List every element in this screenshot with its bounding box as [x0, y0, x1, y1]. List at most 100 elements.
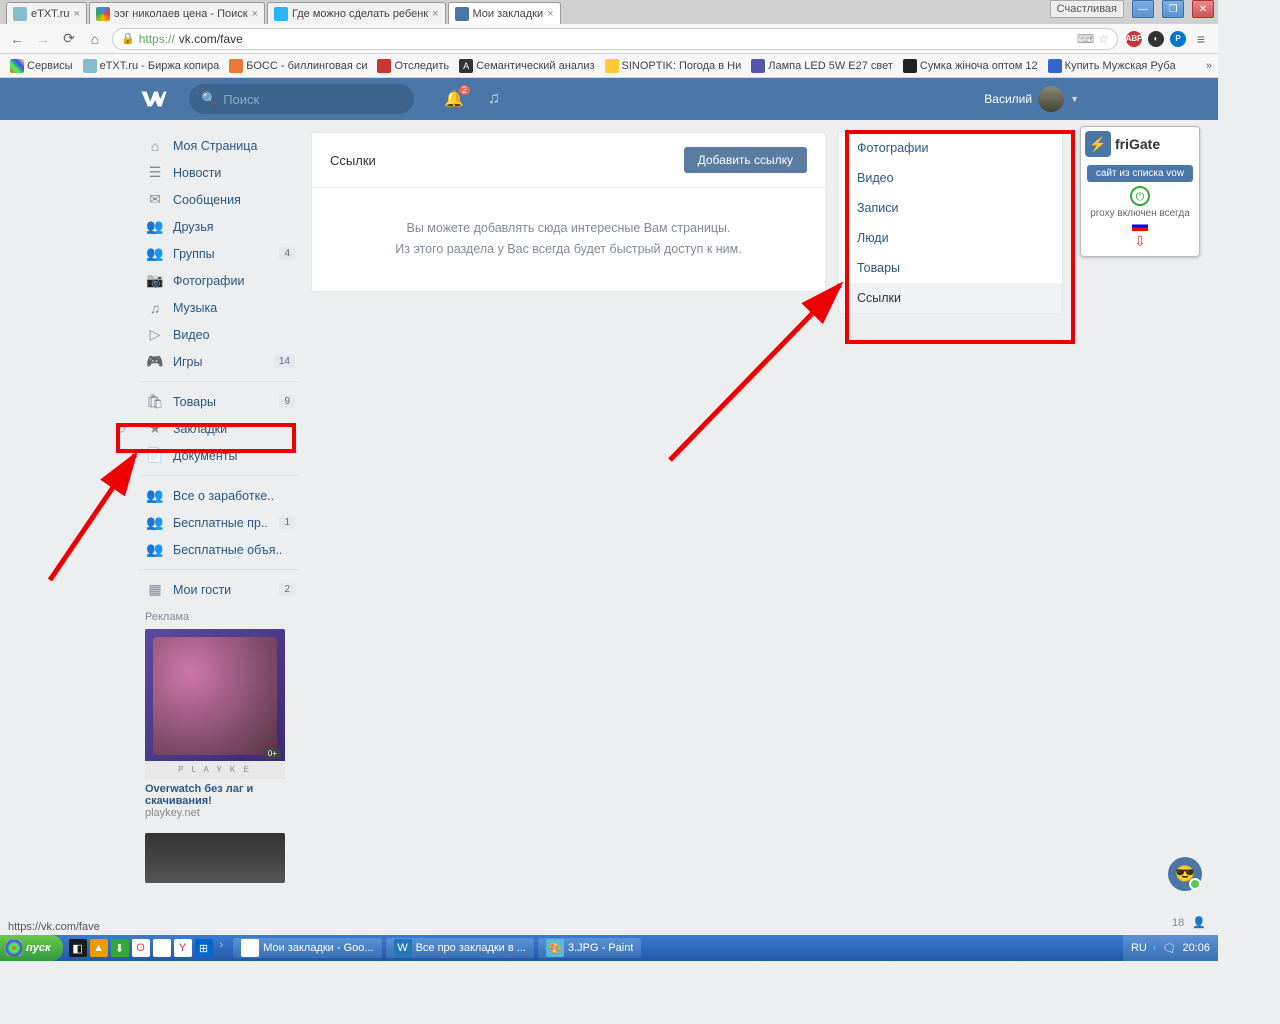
sidebar-item[interactable]: ▦Мои гости2	[139, 576, 299, 603]
chrome-icon[interactable]: ◉	[153, 939, 171, 957]
nav-icon: ★	[145, 420, 165, 437]
gear-icon[interactable]: ⚙	[115, 421, 127, 437]
close-button[interactable]: ✕	[1192, 0, 1214, 18]
taskbar-task[interactable]: 🎨3.JPG - Paint	[538, 938, 641, 958]
right-tab[interactable]: Ссылки	[839, 283, 1062, 313]
sidebar-item[interactable]: ★Закладки⚙	[139, 415, 299, 442]
person-icon: 👤	[1192, 916, 1206, 929]
start-button[interactable]: пуск	[0, 935, 63, 961]
apps-button[interactable]: Сервисы	[6, 57, 77, 75]
sidebar-item[interactable]: 👥Друзья	[139, 213, 299, 240]
sidebar-item[interactable]: 👥Группы4	[139, 240, 299, 267]
maximize-button[interactable]: ❐	[1162, 0, 1184, 18]
frigate-site-button[interactable]: сайт из списка vow	[1087, 165, 1193, 182]
bookmark-item[interactable]: Лампа LED 5W E27 свет	[747, 57, 897, 75]
ext-p-icon[interactable]: P	[1170, 31, 1186, 47]
sidebar-item[interactable]: 🛍Товары9	[139, 388, 299, 415]
sidebar-item[interactable]: 🎮Игры14	[139, 348, 299, 375]
sidebar-item-label: Моя Страница	[173, 139, 257, 153]
bookmark-item[interactable]: Сумка жіноча оптом 12	[899, 57, 1042, 75]
taskbar-task[interactable]: ◉Мои закладки - Goo...	[233, 938, 381, 958]
close-icon[interactable]: ×	[432, 8, 438, 20]
sidebar: ⌂Моя Страница☰Новости✉Сообщения👥Друзья👥Г…	[139, 132, 299, 883]
ad-block[interactable]: P L A Y K E 0+ Overwatch без лаг и скачи…	[145, 629, 285, 819]
reload-button[interactable]: ⟳	[60, 30, 78, 47]
count-badge: 1	[279, 516, 295, 529]
sidebar-item[interactable]: 👥Бесплатные объя..	[139, 536, 299, 563]
tray-icon[interactable]: ◧	[69, 939, 87, 957]
bookmark-item[interactable]: SINOPTIK: Погода в Ни	[601, 57, 746, 75]
lock-icon: 🔒	[121, 32, 135, 45]
search-input[interactable]: 🔍 Поиск	[189, 84, 414, 114]
sidebar-item[interactable]: ✉Сообщения	[139, 186, 299, 213]
empty-text: Вы можете добавлять сюда интересные Вам …	[332, 218, 805, 239]
chevron-right-icon[interactable]: »	[1206, 60, 1212, 72]
sidebar-item[interactable]: ▷Видео	[139, 321, 299, 348]
sidebar-item[interactable]: 👥Бесплатные пр..1	[139, 509, 299, 536]
right-tab[interactable]: Товары	[839, 253, 1062, 283]
right-panel: ФотографииВидеоЗаписиЛюдиТоварыСсылки	[838, 132, 1063, 883]
sidebar-item[interactable]: 👥Все о заработке..	[139, 482, 299, 509]
tab-other[interactable]: Где можно сделать ребенк×	[267, 2, 446, 24]
chevron-down-icon: ▼	[1070, 94, 1079, 104]
power-icon[interactable]: ⏻	[1130, 186, 1150, 206]
sidebar-item-label: Сообщения	[173, 193, 241, 207]
right-tab[interactable]: Записи	[839, 193, 1062, 223]
close-icon[interactable]: ×	[74, 8, 80, 20]
menu-button[interactable]: ≡	[1192, 31, 1210, 47]
abp-icon[interactable]: ABP	[1126, 31, 1142, 47]
minimize-button[interactable]: —	[1132, 0, 1154, 18]
status-url: https://vk.com/fave	[4, 919, 104, 935]
sidebar-item[interactable]: ☰Новости	[139, 159, 299, 186]
star-icon[interactable]: ☆	[1098, 32, 1109, 46]
sidebar-item-label: Бесплатные пр..	[173, 516, 268, 530]
right-tab[interactable]: Люди	[839, 223, 1062, 253]
bookmark-item[interactable]: eTXT.ru - Биржа копира	[79, 57, 224, 75]
nav-icon: 📄	[145, 447, 165, 464]
tray-clock[interactable]: 20:06	[1182, 942, 1210, 954]
right-tab[interactable]: Фотографии	[839, 133, 1062, 163]
tray-icon[interactable]: ⊞	[195, 939, 213, 957]
frigate-widget[interactable]: ⚡friGate сайт из списка vow ⏻ proxy вклю…	[1080, 126, 1200, 257]
bookmark-item[interactable]: Купить Мужская Руба	[1044, 57, 1180, 75]
bookmark-item[interactable]: Отследить	[373, 57, 453, 75]
back-button[interactable]: ←	[8, 31, 26, 47]
close-icon[interactable]: ×	[252, 8, 258, 20]
vk-logo[interactable]	[139, 84, 169, 114]
home-button[interactable]: ⌂	[86, 31, 104, 47]
tab-etxt[interactable]: eTXT.ru×	[6, 2, 87, 24]
sidebar-item[interactable]: 📄Документы	[139, 442, 299, 469]
taskbar-task[interactable]: WВсе про закладки в ...	[386, 938, 534, 958]
tray-icon[interactable]: 🗨	[1163, 942, 1177, 955]
forward-button[interactable]: →	[34, 31, 52, 47]
close-icon[interactable]: ×	[547, 8, 553, 20]
chat-widget[interactable]: 18 👤	[1172, 916, 1206, 929]
bookmark-item[interactable]: БОСС - биллинговая си	[225, 57, 371, 75]
sidebar-item-label: Группы	[173, 247, 215, 261]
nav-icon: ▷	[145, 326, 165, 343]
nav-icon: 📷	[145, 272, 165, 289]
tab-vk[interactable]: Мои закладки×	[448, 2, 561, 24]
ad-block[interactable]	[145, 833, 285, 883]
sidebar-item[interactable]: ⌂Моя Страница	[139, 132, 299, 159]
tray-icon[interactable]: ⬇	[111, 939, 129, 957]
notifications-icon[interactable]: 🔔2	[444, 89, 464, 109]
tab-google[interactable]: ээг николаев цена - Поиск×	[89, 2, 265, 24]
bookmark-item[interactable]: AСемантический анализ	[455, 57, 598, 75]
tray-icon[interactable]: ▲	[90, 939, 108, 957]
incognito-mask-icon[interactable]: 😎	[1168, 857, 1202, 891]
tray-lang[interactable]: RU	[1131, 942, 1147, 954]
tray-icon[interactable]: O	[132, 939, 150, 957]
ext-icon[interactable]: ◐	[1148, 31, 1164, 47]
window-profile-button[interactable]: Счастливая	[1050, 0, 1124, 18]
tray-icon[interactable]: Y	[174, 939, 192, 957]
music-icon[interactable]: ♫	[488, 90, 500, 108]
sidebar-item[interactable]: 📷Фотографии	[139, 267, 299, 294]
add-link-button[interactable]: Добавить ссылку	[684, 147, 807, 173]
right-tab[interactable]: Видео	[839, 163, 1062, 193]
user-menu[interactable]: Василий ▼	[984, 86, 1079, 112]
sidebar-item[interactable]: ♫Музыка	[139, 294, 299, 321]
url-bar[interactable]: 🔒 https://vk.com/fave ⌨ ☆	[112, 28, 1118, 50]
keyboard-icon[interactable]: ⌨	[1077, 32, 1094, 46]
tray-icon[interactable]: ‹	[1153, 942, 1157, 954]
